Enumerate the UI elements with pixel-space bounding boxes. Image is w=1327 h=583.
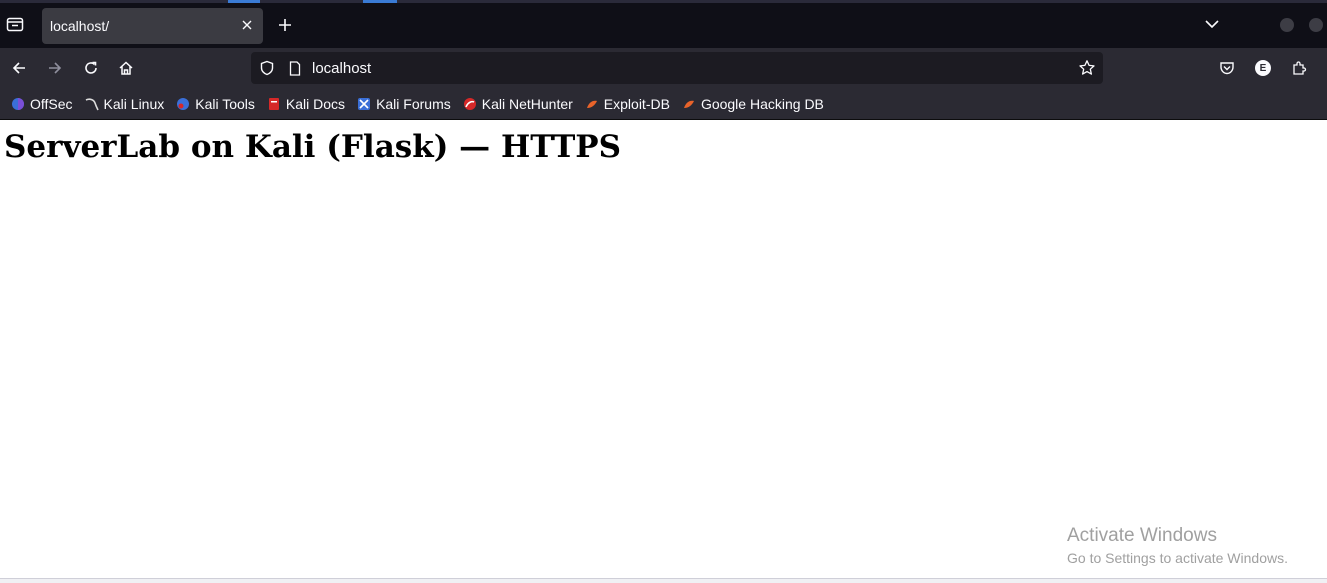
extensions-button[interactable] (1288, 57, 1310, 79)
account-button[interactable]: E (1252, 57, 1274, 79)
chevron-down-icon (1205, 20, 1219, 29)
bookmark-kali-forums[interactable]: Kali Forums (352, 92, 455, 116)
tracking-protection-button[interactable] (258, 59, 276, 77)
back-button[interactable] (8, 57, 30, 79)
pocket-icon (1220, 62, 1234, 75)
bookmark-offsec[interactable]: OffSec (6, 92, 77, 116)
bookmark-kali-tools[interactable]: Kali Tools (171, 92, 259, 116)
bookmark-kali-nethunter[interactable]: Kali NetHunter (458, 92, 577, 116)
navigation-toolbar: localhost E (0, 48, 1327, 88)
kali-tools-icon (175, 96, 191, 112)
watermark-title: Activate Windows (1067, 525, 1217, 546)
bookmark-exploit-db[interactable]: Exploit-DB (580, 92, 674, 116)
firefox-view-button[interactable] (4, 13, 26, 35)
star-icon (1079, 60, 1095, 75)
status-strip (0, 578, 1327, 583)
bookmark-google-hacking-db[interactable]: Google Hacking DB (677, 92, 828, 116)
tab-title: localhost/ (50, 18, 110, 34)
close-window-button[interactable] (1309, 18, 1323, 32)
nethunter-icon (462, 96, 478, 112)
list-all-tabs-button[interactable] (1202, 14, 1222, 34)
home-icon (119, 61, 133, 75)
url-text[interactable]: localhost (312, 60, 371, 77)
arrow-left-icon (12, 62, 25, 74)
new-tab-button[interactable] (274, 14, 296, 36)
page-content: ServerLab on Kali (Flask) — HTTPS Activa… (0, 120, 1327, 578)
page-icon (289, 60, 301, 76)
close-tab-button[interactable] (239, 17, 255, 33)
minimize-button[interactable] (1280, 18, 1294, 32)
avatar: E (1255, 60, 1271, 76)
kali-dragon-icon (84, 96, 100, 112)
close-icon (242, 20, 252, 30)
shield-icon (260, 60, 274, 76)
puzzle-icon (1293, 61, 1307, 75)
kali-forums-icon (356, 96, 372, 112)
offsec-icon (10, 96, 26, 112)
bookmark-star-button[interactable] (1077, 58, 1097, 78)
reload-icon (85, 61, 97, 74)
bookmark-kali-docs[interactable]: Kali Docs (262, 92, 349, 116)
page-info-button[interactable] (287, 59, 303, 77)
kali-docs-icon (266, 96, 282, 112)
reload-button[interactable] (80, 57, 102, 79)
firefox-view-icon (6, 17, 24, 32)
plus-icon (279, 19, 291, 31)
ghdb-icon (681, 96, 697, 112)
pocket-button[interactable] (1216, 57, 1238, 79)
arrow-right-icon (49, 62, 62, 74)
bookmark-kali-linux[interactable]: Kali Linux (80, 92, 169, 116)
forward-button[interactable] (44, 57, 66, 79)
activate-windows-watermark: Activate Windows Go to Settings to activ… (1067, 525, 1288, 568)
tab-localhost[interactable]: localhost/ (42, 8, 263, 44)
exploit-db-icon (584, 96, 600, 112)
page-heading: ServerLab on Kali (Flask) — HTTPS (4, 129, 621, 165)
home-button[interactable] (115, 57, 137, 79)
watermark-subtitle: Go to Settings to activate Windows. (1067, 550, 1288, 566)
tab-bar: localhost/ (0, 3, 1327, 48)
bookmarks-toolbar: OffSec Kali Linux Kali Tools Kali Docs K… (0, 88, 1327, 120)
url-bar[interactable]: localhost (251, 52, 1103, 84)
